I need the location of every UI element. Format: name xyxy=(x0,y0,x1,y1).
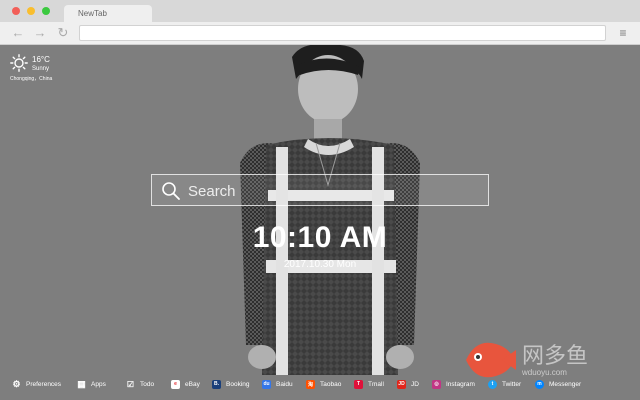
tmall-link[interactable]: T Tmall xyxy=(354,375,384,393)
twitter-link[interactable]: t Twitter xyxy=(488,375,521,393)
taobao-link[interactable]: 淘 Taobao xyxy=(306,375,341,393)
search-box[interactable] xyxy=(151,174,489,206)
browser-toolbar: ← → ↻ ≡ xyxy=(0,22,640,45)
ebay-label: eBay xyxy=(185,380,200,388)
search-icon[interactable] xyxy=(161,181,181,201)
weather-location: Chongqing，China xyxy=(10,76,53,82)
apps-link[interactable]: ▦ Apps xyxy=(77,375,106,393)
newtab-page: 16°C Sunny Chongqing，China 10:10 AM 2017… xyxy=(0,45,640,400)
twitter-label: Twitter xyxy=(502,380,522,388)
gear-icon: ⚙ xyxy=(12,378,21,389)
jd-link[interactable]: JD JD xyxy=(397,375,419,393)
minimize-window-button[interactable] xyxy=(27,7,35,15)
baidu-link[interactable]: du Baidu xyxy=(262,375,293,393)
weather-temperature: 16°C xyxy=(32,55,50,64)
browser-titlebar: NewTab xyxy=(0,0,640,22)
baidu-icon: du xyxy=(262,379,271,389)
preferences-link[interactable]: ⚙ Preferences xyxy=(12,375,61,393)
tmall-icon: T xyxy=(354,379,363,389)
address-bar[interactable] xyxy=(79,25,606,41)
messenger-label: Messenger xyxy=(549,380,582,388)
maximize-window-button[interactable] xyxy=(42,7,50,15)
watermark-text: 网多鱼 xyxy=(522,344,589,369)
grid-icon: ▦ xyxy=(77,378,86,389)
jd-label: JD xyxy=(411,380,419,388)
taobao-label: Taobao xyxy=(320,380,342,388)
instagram-link[interactable]: ◎ Instagram xyxy=(432,375,475,393)
menu-icon[interactable]: ≡ xyxy=(616,25,630,41)
back-arrow-icon[interactable]: ← xyxy=(10,25,26,41)
booking-icon: B. xyxy=(212,379,221,389)
booking-link[interactable]: B. Booking xyxy=(212,375,250,393)
messenger-icon: m xyxy=(535,379,544,389)
apps-label: Apps xyxy=(91,380,106,388)
twitter-icon: t xyxy=(488,379,497,389)
tab-newtab[interactable]: NewTab xyxy=(64,5,152,22)
baidu-label: Baidu xyxy=(276,380,293,388)
clock-date: 2017.10.30 Mon xyxy=(283,259,357,270)
jd-icon: JD xyxy=(397,379,406,389)
preferences-label: Preferences xyxy=(26,380,62,388)
todo-label: Todo xyxy=(140,380,155,388)
ebay-icon: e xyxy=(171,379,180,389)
search-input[interactable] xyxy=(188,179,478,203)
tab-title: NewTab xyxy=(78,9,107,18)
checkbox-icon: ☑ xyxy=(126,379,135,389)
instagram-icon: ◎ xyxy=(432,379,441,389)
sun-icon xyxy=(10,54,28,72)
instagram-label: Instagram xyxy=(446,380,475,388)
ebay-link[interactable]: e eBay xyxy=(171,375,200,393)
bottom-quicklinks: ⚙ Preferences ▦ Apps ☑ Todo e eBay B. Bo… xyxy=(0,375,640,393)
clock-time: 10:10 AM xyxy=(252,221,388,254)
messenger-link[interactable]: m Messenger xyxy=(535,375,581,393)
booking-label: Booking xyxy=(226,380,250,388)
todo-link[interactable]: ☑ Todo xyxy=(126,375,154,393)
taobao-icon: 淘 xyxy=(306,379,315,389)
tmall-label: Tmall xyxy=(368,380,384,388)
weather-condition: Sunny xyxy=(32,66,50,72)
close-window-button[interactable] xyxy=(12,7,20,15)
forward-arrow-icon[interactable]: → xyxy=(32,25,48,41)
reload-icon[interactable]: ↻ xyxy=(55,25,71,41)
